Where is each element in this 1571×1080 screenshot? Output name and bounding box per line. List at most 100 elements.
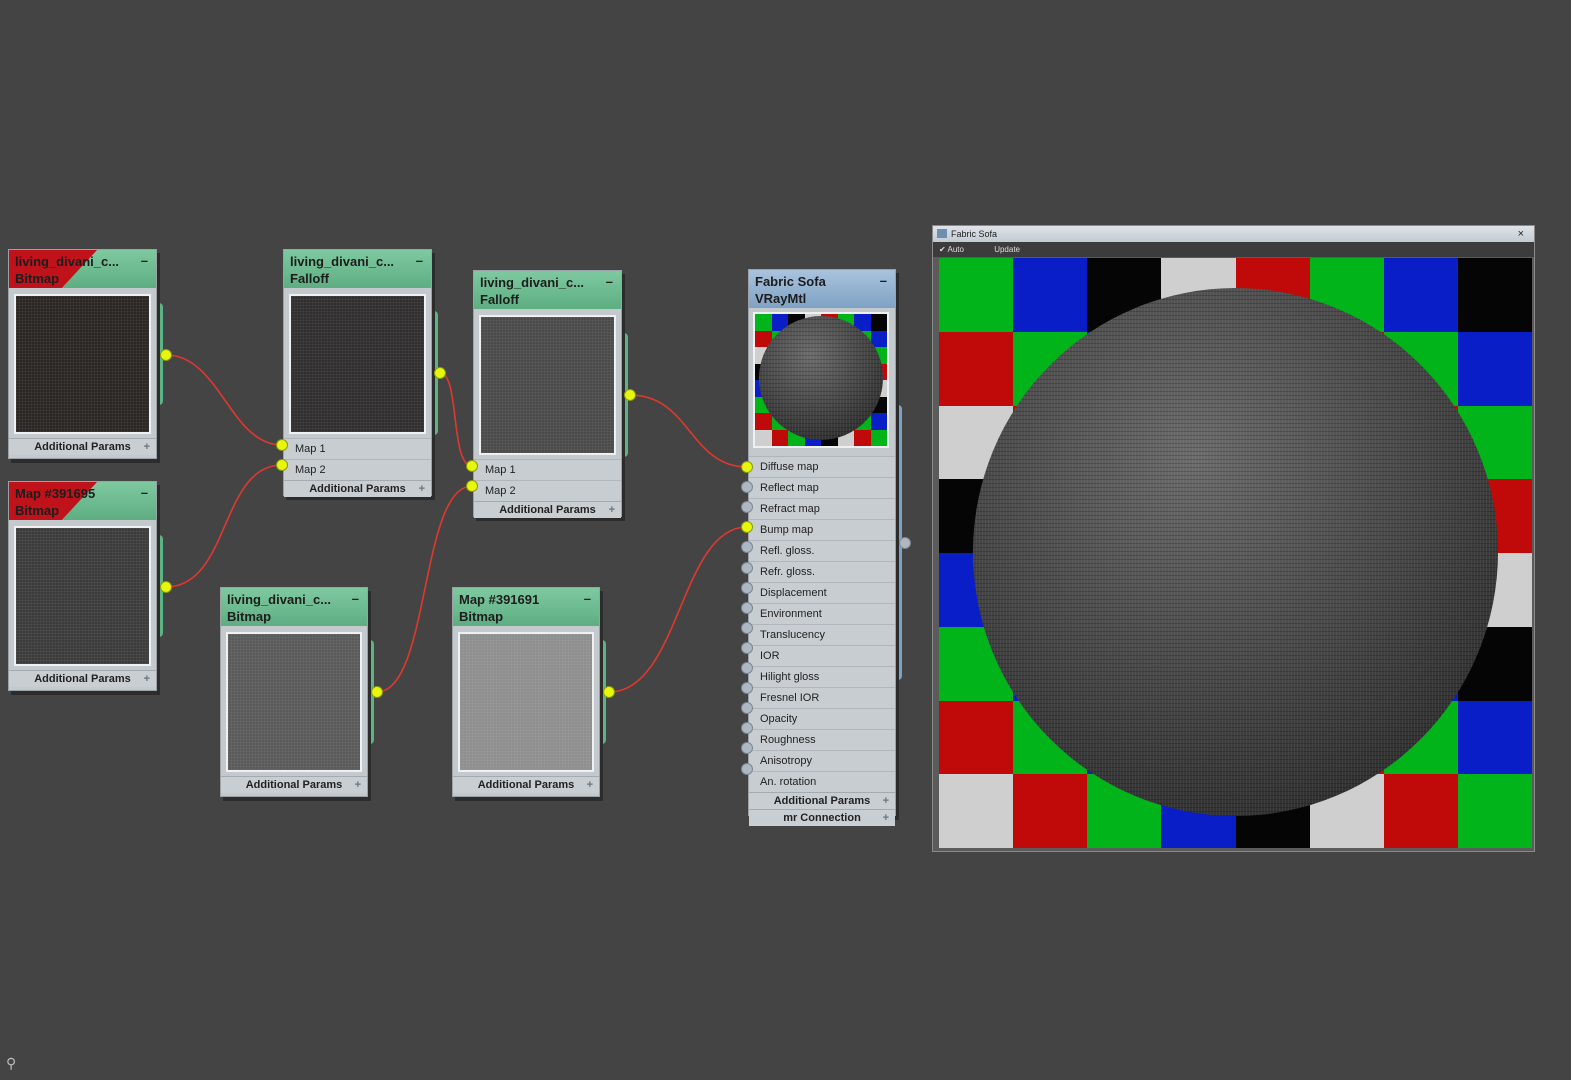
mr-connection-rollout[interactable]: mr Connection + xyxy=(749,809,895,826)
slot-diffuse-map[interactable]: Diffuse map xyxy=(749,456,895,477)
checker-cell xyxy=(771,429,788,446)
minimize-icon[interactable]: – xyxy=(880,272,887,289)
node-bitmap-a[interactable]: living_divani_c... Bitmap – Additional P… xyxy=(8,249,157,459)
slot-refract-map[interactable]: Refract map xyxy=(749,498,895,519)
node-header[interactable]: Map #391695 Bitmap – xyxy=(9,482,156,520)
slot-hilight-gloss[interactable]: Hilight gloss xyxy=(749,666,895,687)
node-header[interactable]: Fabric Sofa VRayMtl – xyxy=(749,270,895,308)
additional-params-rollout[interactable]: Additional Params + xyxy=(453,776,599,793)
rollout-label: Additional Params xyxy=(34,673,131,685)
input-port-map-1[interactable] xyxy=(276,439,288,451)
slot-roughness[interactable]: Roughness xyxy=(749,729,895,750)
slot-fresnel-ior[interactable]: Fresnel IOR xyxy=(749,687,895,708)
close-icon[interactable]: × xyxy=(1518,226,1524,242)
input-port-reflect-map[interactable] xyxy=(741,481,753,494)
minimize-icon[interactable]: – xyxy=(584,590,591,607)
checker-cell xyxy=(870,413,887,430)
input-port-fresnel-ior[interactable] xyxy=(741,682,753,695)
slot-anisotropy[interactable]: Anisotropy xyxy=(749,750,895,771)
rollout-label: Additional Params xyxy=(477,779,575,791)
minimize-icon[interactable]: – xyxy=(141,484,148,501)
node-bitmap-d[interactable]: Map #391691 Bitmap – Additional Params + xyxy=(452,587,600,797)
material-output-port[interactable] xyxy=(899,537,911,549)
input-port-map-2[interactable] xyxy=(276,459,288,471)
minimize-icon[interactable]: – xyxy=(416,252,423,269)
input-port-translucency[interactable] xyxy=(741,621,753,634)
additional-params-rollout[interactable]: Additional Params + xyxy=(749,792,895,809)
output-port[interactable] xyxy=(434,367,446,379)
input-port-hilight-gloss[interactable] xyxy=(741,662,753,674)
slot-map-1[interactable]: Map 1 xyxy=(474,459,621,480)
minimize-icon[interactable]: – xyxy=(606,273,613,290)
checker-cell xyxy=(1457,700,1532,775)
slot-environment[interactable]: Environment xyxy=(749,603,895,624)
slot-map-1[interactable]: Map 1 xyxy=(284,438,431,459)
plus-icon[interactable]: + xyxy=(355,777,361,793)
node-header[interactable]: living_divani_c... Falloff – xyxy=(474,271,621,309)
slot-bump-map[interactable]: Bump map xyxy=(749,519,895,540)
additional-params-rollout[interactable]: Additional Params + xyxy=(284,480,431,497)
plus-icon[interactable]: + xyxy=(587,777,593,793)
slot-reflect-map[interactable]: Reflect map xyxy=(749,477,895,498)
plus-icon[interactable]: + xyxy=(144,671,150,687)
output-port[interactable] xyxy=(603,686,615,698)
slot-opacity[interactable]: Opacity xyxy=(749,708,895,729)
node-header[interactable]: living_divani_c... Bitmap – xyxy=(9,250,156,288)
slot-refl-gloss[interactable]: Refl. gloss. xyxy=(749,540,895,561)
input-port-map-2[interactable] xyxy=(466,480,478,492)
wire-bitmap-a-to-falloff-1[interactable] xyxy=(165,354,283,446)
input-port-environment[interactable] xyxy=(741,601,753,614)
input-port-ior[interactable] xyxy=(741,641,753,654)
slot-refr-gloss[interactable]: Refr. gloss. xyxy=(749,561,895,582)
slot-map-2[interactable]: Map 2 xyxy=(284,459,431,480)
output-port[interactable] xyxy=(624,389,636,401)
auto-label: Auto xyxy=(947,245,964,254)
node-bitmap-b[interactable]: Map #391695 Bitmap – Additional Params + xyxy=(8,481,157,691)
checker-cell xyxy=(755,413,772,430)
plus-icon[interactable]: + xyxy=(609,502,615,518)
input-port-map-1[interactable] xyxy=(466,460,478,472)
output-port[interactable] xyxy=(160,581,172,593)
additional-params-rollout[interactable]: Additional Params + xyxy=(9,438,156,455)
output-port[interactable] xyxy=(160,349,172,361)
node-header[interactable]: Map #391691 Bitmap – xyxy=(453,588,599,626)
minimize-icon[interactable]: – xyxy=(141,252,148,269)
slot-map-2[interactable]: Map 2 xyxy=(474,480,621,501)
input-port-refr-gloss[interactable] xyxy=(741,561,753,574)
minimize-icon[interactable]: – xyxy=(352,590,359,607)
wire-falloff-2-to-diffuse[interactable] xyxy=(629,394,748,468)
additional-params-rollout[interactable]: Additional Params + xyxy=(474,501,621,518)
input-port-diffuse-map[interactable] xyxy=(741,461,753,473)
node-title: living_divani_c... xyxy=(15,254,120,269)
node-falloff-2[interactable]: living_divani_c... Falloff – Map 1 Map 2… xyxy=(473,270,622,518)
input-port-an-rotation[interactable] xyxy=(741,762,753,775)
slot-displacement[interactable]: Displacement xyxy=(749,582,895,603)
viewer-titlebar[interactable]: Fabric Sofa × xyxy=(933,226,1534,242)
auto-checkbox[interactable]: ✔ Auto xyxy=(939,245,978,254)
plus-icon[interactable]: + xyxy=(419,481,425,497)
update-button[interactable]: Update xyxy=(994,245,1020,254)
input-port-displacement[interactable] xyxy=(741,581,753,594)
slot-ior[interactable]: IOR xyxy=(749,645,895,666)
node-header[interactable]: living_divani_c... Falloff – xyxy=(284,250,431,288)
binoculars-icon[interactable]: ⚲ xyxy=(6,1055,16,1072)
slot-translucency[interactable]: Translucency xyxy=(749,624,895,645)
wire-bitmap-d-to-bump[interactable] xyxy=(608,526,748,693)
node-type: Falloff xyxy=(480,292,519,307)
checker-cell xyxy=(870,314,887,331)
plus-icon[interactable]: + xyxy=(144,439,150,455)
additional-params-rollout[interactable]: Additional Params + xyxy=(9,670,156,687)
wire-falloff-1-to-falloff-2[interactable] xyxy=(439,372,473,467)
output-port[interactable] xyxy=(371,686,383,698)
node-falloff-1[interactable]: living_divani_c... Falloff – Map 1 Map 2… xyxy=(283,249,432,497)
slot-an-rotation[interactable]: An. rotation xyxy=(749,771,895,792)
node-header[interactable]: living_divani_c... Bitmap – xyxy=(221,588,367,626)
plus-icon[interactable]: + xyxy=(883,810,889,826)
material-viewer-window[interactable]: Fabric Sofa × ✔ Auto Update xyxy=(932,225,1535,852)
checker-cell xyxy=(870,429,887,446)
node-bitmap-c[interactable]: living_divani_c... Bitmap – Additional P… xyxy=(220,587,368,797)
plus-icon[interactable]: + xyxy=(883,793,889,809)
additional-params-rollout[interactable]: Additional Params + xyxy=(221,776,367,793)
node-material-fabric-sofa[interactable]: Fabric Sofa VRayMtl – Diffuse map Reflect… xyxy=(748,269,896,826)
wire-bitmap-b-to-falloff-1[interactable] xyxy=(165,464,283,588)
